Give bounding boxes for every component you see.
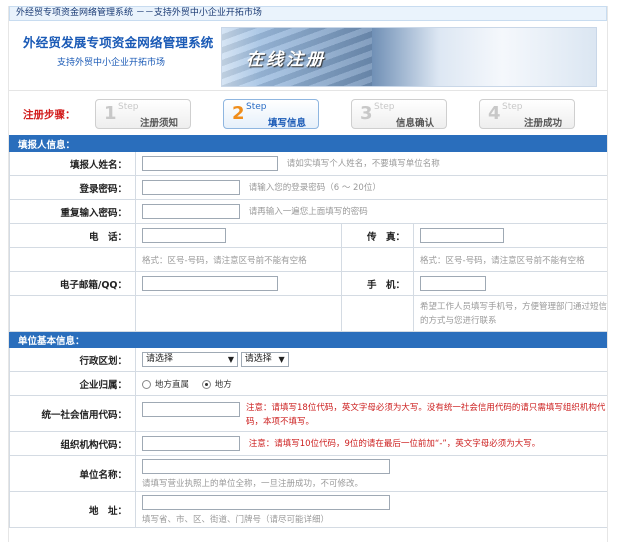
row-name: 填报人姓名： 请如实填写个人姓名，不要填写单位名称 bbox=[9, 151, 607, 176]
banner-graphic-text: 在线注册 bbox=[246, 50, 326, 70]
row-password: 登录密码： 请输入您的登录密码（6 ～ 20位） bbox=[9, 175, 607, 200]
mobile-hint: 希望工作人员填写手机号，方便管理部门通过短信的方式与您进行联系 bbox=[412, 295, 607, 332]
chevron-down-icon: ▼ bbox=[278, 355, 285, 364]
window-title-bar: 外经贸专项资金网络管理系统 －－支持外贸中小企业开拓市场 bbox=[9, 6, 607, 21]
section-unit: 单位基本信息： bbox=[9, 331, 607, 348]
step-4: 4 Step 注册成功 bbox=[479, 99, 575, 129]
region-province-select[interactable]: 请选择 ▼ bbox=[142, 352, 238, 367]
repeat-password-hint: 请再输入一遍您上面填写的密码 bbox=[248, 207, 368, 217]
radio-direct[interactable] bbox=[142, 379, 151, 389]
step-1: 1 Step 注册须知 bbox=[95, 99, 191, 129]
email-label: 电子邮箱/QQ： bbox=[9, 271, 136, 296]
org-code-warning: 注意：请填写10位代码，9位的请在最后一位前加“-”，英文字母必须为大写。 bbox=[248, 439, 541, 449]
region-label: 行政区划： bbox=[9, 347, 136, 372]
fax-input[interactable] bbox=[420, 228, 504, 243]
credit-code-warning: 注意：请填写18位代码，英文字母必须为大写。没有统一社会信用代码的请只需填写组织… bbox=[246, 402, 606, 427]
phone-format-hint: 格式：区号-号码，请注意区号前不能有空格 bbox=[135, 247, 342, 272]
credit-code-input[interactable] bbox=[142, 401, 240, 417]
address-label: 地 址： bbox=[9, 491, 136, 528]
phone-label: 电 话： bbox=[9, 223, 136, 248]
radio-local[interactable] bbox=[201, 379, 211, 389]
unit-name-input[interactable] bbox=[142, 458, 390, 474]
step-name: 填写信息 bbox=[268, 118, 307, 129]
row-region: 行政区划： 请选择 ▼ 请选择 ▼ bbox=[9, 347, 607, 372]
fax-format-hint: 格式：区号-号码，请注意区号前不能有空格 bbox=[412, 247, 607, 272]
step-number: 4 bbox=[488, 103, 501, 124]
password-hint: 请输入您的登录密码（6 ～ 20位） bbox=[248, 183, 381, 193]
banner-graphic: 在线注册 bbox=[221, 27, 597, 87]
password-label: 登录密码： bbox=[9, 175, 136, 200]
row-belong: 企业归属： 地方直属 地方 bbox=[9, 371, 607, 396]
step-3: 3 Step 信息确认 bbox=[351, 99, 447, 129]
system-subtitle: 支持外贸中小企业开拓市场 bbox=[57, 58, 166, 68]
registration-steps: 注册步骤： 1 Step 注册须知 2 Step 填写信息 3 Step 信息确… bbox=[9, 91, 607, 135]
address-hint: 填写省、市、区、街道、门牌号（请尽可能详细） bbox=[142, 514, 330, 525]
unit-name-hint: 请填写营业执照上的单位全称，一旦注册成功，不可修改。 bbox=[142, 478, 364, 489]
step-number: 1 bbox=[104, 103, 117, 124]
fax-label: 传 真： bbox=[341, 223, 414, 248]
steps-label: 注册步骤： bbox=[23, 109, 76, 121]
banner: 外经贸发展专项资金网络管理系统 支持外贸中小企业开拓市场 在线注册 bbox=[9, 21, 607, 91]
email-input[interactable] bbox=[142, 276, 278, 291]
row-unit-name: 单位名称： 请填写营业执照上的单位全称，一旦注册成功，不可修改。 bbox=[9, 455, 607, 492]
section-title: 填报人信息： bbox=[9, 135, 607, 152]
section-title: 单位基本信息： bbox=[9, 331, 607, 348]
region-city-value: 请选择 bbox=[244, 354, 272, 364]
name-input[interactable] bbox=[142, 156, 278, 171]
org-code-input[interactable] bbox=[142, 436, 240, 451]
mobile-label: 手 机： bbox=[341, 271, 414, 296]
step-name: 注册须知 bbox=[140, 118, 179, 129]
mobile-input[interactable] bbox=[420, 276, 486, 291]
chevron-down-icon: ▼ bbox=[227, 355, 234, 364]
step-word: Step bbox=[246, 102, 267, 112]
radio-local-label: 地方 bbox=[214, 379, 232, 390]
row-org-code: 组织机构代码： 注意：请填写10位代码，9位的请在最后一位前加“-”，英文字母必… bbox=[9, 431, 607, 456]
step-name: 信息确认 bbox=[396, 118, 435, 129]
radio-direct-label: 地方直属 bbox=[155, 379, 190, 390]
region-province-value: 请选择 bbox=[146, 354, 174, 364]
row-repeat-password: 重复输入密码： 请再输入一遍您上面填写的密码 bbox=[9, 199, 607, 224]
row-address: 地 址： 填写省、市、区、街道、门牌号（请尽可能详细） bbox=[9, 491, 607, 528]
phone-input[interactable] bbox=[142, 228, 226, 243]
system-title: 外经贸发展专项资金网络管理系统 bbox=[23, 35, 214, 50]
row-mobile-hint: 希望工作人员填写手机号，方便管理部门通过短信的方式与您进行联系 bbox=[9, 295, 607, 332]
row-credit-code: 统一社会信用代码： 注意：请填写18位代码，英文字母必须为大写。没有统一社会信用… bbox=[9, 395, 607, 432]
row-email-mobile: 电子邮箱/QQ： 手 机： bbox=[9, 271, 607, 296]
step-word: Step bbox=[502, 102, 523, 112]
step-word: Step bbox=[118, 102, 139, 112]
address-input[interactable] bbox=[142, 494, 390, 510]
belong-label: 企业归属： bbox=[9, 371, 136, 396]
step-number: 3 bbox=[360, 103, 373, 124]
unit-name-label: 单位名称： bbox=[9, 455, 136, 492]
name-hint: 请如实填写个人姓名，不要填写单位名称 bbox=[286, 159, 440, 169]
step-number: 2 bbox=[232, 103, 245, 124]
section-reporter: 填报人信息： bbox=[9, 135, 607, 152]
registration-page: 外经贸专项资金网络管理系统 －－支持外贸中小企业开拓市场 外经贸发展专项资金网络… bbox=[8, 6, 608, 542]
step-2-active: 2 Step 填写信息 bbox=[223, 99, 319, 129]
repeat-password-label: 重复输入密码： bbox=[9, 199, 136, 224]
step-word: Step bbox=[374, 102, 395, 112]
step-name: 注册成功 bbox=[524, 118, 563, 129]
password-input[interactable] bbox=[142, 180, 240, 195]
registration-form: 填报人信息： 填报人姓名： 请如实填写个人姓名，不要填写单位名称 登录密码： 请… bbox=[9, 135, 607, 528]
credit-code-label: 统一社会信用代码： bbox=[9, 395, 136, 432]
row-phone-fax-format: 格式：区号-号码，请注意区号前不能有空格 格式：区号-号码，请注意区号前不能有空… bbox=[9, 247, 607, 272]
name-label: 填报人姓名： bbox=[9, 151, 136, 176]
repeat-password-input[interactable] bbox=[142, 204, 240, 219]
region-city-select[interactable]: 请选择 ▼ bbox=[240, 352, 289, 367]
row-phone-fax: 电 话： 传 真： bbox=[9, 223, 607, 248]
org-code-label: 组织机构代码： bbox=[9, 431, 136, 456]
